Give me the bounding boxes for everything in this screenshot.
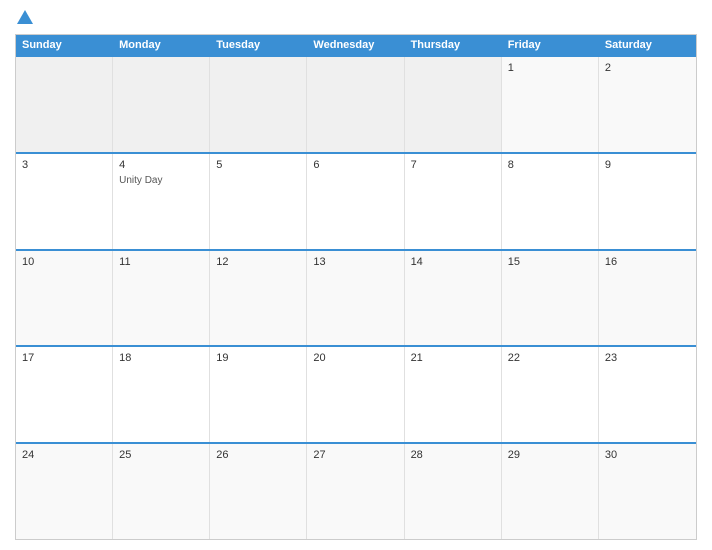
cell-date: 2 <box>605 61 690 76</box>
calendar-body: 1234Unity Day567891011121314151617181920… <box>16 55 696 539</box>
cell-date: 10 <box>22 255 106 270</box>
cell-date: 24 <box>22 448 106 463</box>
cell-date: 4 <box>119 158 203 173</box>
calendar-cell: 13 <box>307 251 404 346</box>
calendar-cell: 6 <box>307 154 404 249</box>
calendar-cell: 1 <box>502 57 599 152</box>
cell-date: 29 <box>508 448 592 463</box>
cell-date: 28 <box>411 448 495 463</box>
header-wednesday: Wednesday <box>307 35 404 55</box>
calendar-cell: 23 <box>599 347 696 442</box>
calendar-cell: 26 <box>210 444 307 539</box>
calendar-cell: 3 <box>16 154 113 249</box>
calendar-cell: 24 <box>16 444 113 539</box>
header-tuesday: Tuesday <box>210 35 307 55</box>
cell-date: 1 <box>508 61 592 76</box>
cell-date: 3 <box>22 158 106 173</box>
calendar-cell: 21 <box>405 347 502 442</box>
cell-date: 16 <box>605 255 690 270</box>
header-sunday: Sunday <box>16 35 113 55</box>
header-friday: Friday <box>502 35 599 55</box>
calendar-cell: 22 <box>502 347 599 442</box>
logo <box>15 10 33 26</box>
calendar-cell: 14 <box>405 251 502 346</box>
cell-date: 11 <box>119 255 203 270</box>
cell-date: 19 <box>216 351 300 366</box>
calendar-week-2: 34 Unity Day 56789 <box>16 152 696 249</box>
calendar-week-3: 10 11 12 13 14 15 16 <box>16 249 696 346</box>
cell-date: 13 <box>313 255 397 270</box>
calendar-grid: Sunday Monday Tuesday Wednesday Thursday… <box>15 34 697 540</box>
cell-date: 6 <box>313 158 397 173</box>
cell-date: 21 <box>411 351 495 366</box>
calendar-cell: 30 <box>599 444 696 539</box>
cell-event: Unity Day <box>119 175 203 186</box>
calendar-cell: 25 <box>113 444 210 539</box>
calendar-cell <box>307 57 404 152</box>
calendar-cell: 17 <box>16 347 113 442</box>
calendar-week-5: 24 25 26 27 28 29 30 <box>16 442 696 539</box>
calendar-cell: 11 <box>113 251 210 346</box>
cell-date: 9 <box>605 158 690 173</box>
header-monday: Monday <box>113 35 210 55</box>
cell-date: 27 <box>313 448 397 463</box>
header-saturday: Saturday <box>599 35 696 55</box>
calendar-week-4: 17 18 19 20 21 22 23 <box>16 345 696 442</box>
calendar-cell <box>405 57 502 152</box>
calendar-cell: 9 <box>599 154 696 249</box>
calendar-cell: 20 <box>307 347 404 442</box>
header-thursday: Thursday <box>405 35 502 55</box>
cell-date: 20 <box>313 351 397 366</box>
calendar-cell: 7 <box>405 154 502 249</box>
calendar-cell: 16 <box>599 251 696 346</box>
cell-date: 17 <box>22 351 106 366</box>
cell-date: 23 <box>605 351 690 366</box>
calendar-cell: 8 <box>502 154 599 249</box>
cell-date: 30 <box>605 448 690 463</box>
calendar-cell: 12 <box>210 251 307 346</box>
calendar-cell: 2 <box>599 57 696 152</box>
cell-date: 18 <box>119 351 203 366</box>
cell-date: 5 <box>216 158 300 173</box>
cell-date: 12 <box>216 255 300 270</box>
calendar-cell <box>16 57 113 152</box>
calendar-cell: 18 <box>113 347 210 442</box>
calendar-cell: 10 <box>16 251 113 346</box>
calendar-cell: 5 <box>210 154 307 249</box>
calendar-cell: 27 <box>307 444 404 539</box>
cell-date: 14 <box>411 255 495 270</box>
cell-date: 15 <box>508 255 592 270</box>
cell-date: 7 <box>411 158 495 173</box>
calendar-cell: 15 <box>502 251 599 346</box>
cell-date: 8 <box>508 158 592 173</box>
logo-triangle-icon <box>17 10 33 24</box>
calendar-cell: 29 <box>502 444 599 539</box>
cell-date: 22 <box>508 351 592 366</box>
cell-date: 25 <box>119 448 203 463</box>
calendar-header-row: Sunday Monday Tuesday Wednesday Thursday… <box>16 35 696 55</box>
calendar-week-1: 12 <box>16 55 696 152</box>
calendar-cell <box>210 57 307 152</box>
cell-date: 26 <box>216 448 300 463</box>
calendar-cell <box>113 57 210 152</box>
calendar-cell: 19 <box>210 347 307 442</box>
calendar-header <box>15 10 697 26</box>
calendar-cell: 28 <box>405 444 502 539</box>
calendar-cell: 4 Unity Day <box>113 154 210 249</box>
